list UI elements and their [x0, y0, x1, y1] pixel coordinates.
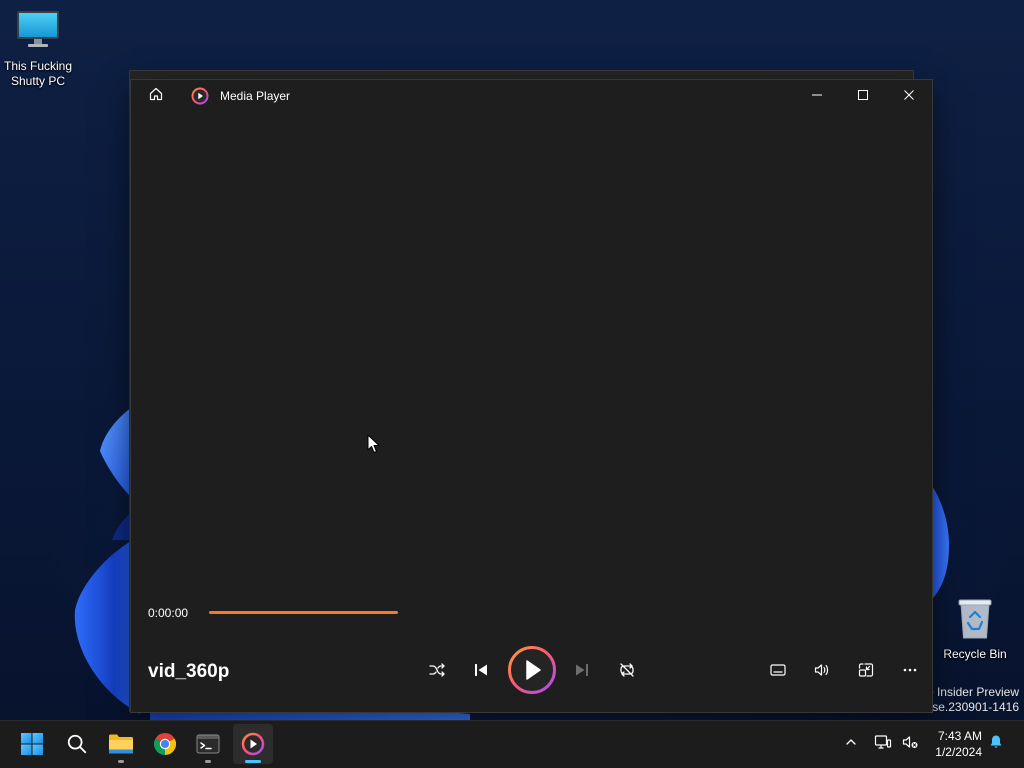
media-player-icon: [241, 732, 265, 756]
next-button[interactable]: [562, 650, 602, 690]
desktop-icon-label: Recycle Bin: [943, 647, 1007, 661]
maximize-icon: [858, 87, 868, 105]
active-indicator: [245, 760, 261, 763]
close-icon: [904, 87, 914, 105]
close-button[interactable]: [886, 80, 932, 112]
desktop-icon-this-pc[interactable]: This Fucking Shutty PC: [0, 10, 76, 89]
repeat-off-icon: [618, 661, 636, 679]
home-button[interactable]: [136, 80, 176, 112]
volume-icon: [813, 661, 831, 679]
taskbar-media-player[interactable]: [233, 724, 273, 764]
watermark-line-1: o Insider Preview: [926, 685, 1019, 699]
seek-loading-indicator: [209, 611, 398, 614]
windows-start-icon: [20, 732, 44, 756]
shuffle-icon: [428, 661, 446, 679]
running-indicator: [118, 760, 124, 763]
taskbar-file-explorer[interactable]: [101, 724, 141, 764]
taskbar: 7:43 AM 1/2/2024: [0, 720, 1024, 768]
taskbar-chrome[interactable]: [145, 724, 185, 764]
seek-bar[interactable]: [209, 600, 915, 624]
home-icon: [148, 86, 164, 107]
previous-icon: [473, 662, 489, 678]
watermark-line-2: ease.230901-1416: [918, 700, 1019, 714]
volume-button[interactable]: [802, 650, 842, 690]
elapsed-time: 0:00:00: [148, 606, 189, 620]
quick-settings-button[interactable]: [869, 728, 923, 760]
media-player-icon: [191, 87, 209, 105]
notification-bell-icon: [988, 734, 1004, 755]
captions-button[interactable]: [758, 650, 798, 690]
notifications-button[interactable]: [984, 732, 1008, 756]
mini-player-icon: [857, 661, 875, 679]
previous-button[interactable]: [461, 650, 501, 690]
clock[interactable]: 7:43 AM 1/2/2024: [925, 728, 982, 760]
terminal-icon: [196, 732, 220, 756]
running-indicator: [205, 760, 211, 763]
file-explorer-icon: [108, 732, 134, 756]
clock-time: 7:43 AM: [937, 729, 982, 743]
captions-icon: [769, 661, 787, 679]
shuffle-button[interactable]: [417, 650, 457, 690]
media-player-window: Media Player 0:00:00 vid_360p: [131, 80, 932, 712]
search-icon: [66, 733, 88, 755]
mini-player-button[interactable]: [846, 650, 886, 690]
repeat-button[interactable]: [607, 650, 647, 690]
next-icon: [574, 662, 590, 678]
chrome-icon: [153, 732, 177, 756]
desktop-icon-label: This Fucking Shutty PC: [3, 59, 73, 88]
play-icon: [507, 645, 557, 695]
chevron-up-icon: [845, 735, 857, 753]
minimize-icon: [812, 87, 822, 105]
play-button[interactable]: [507, 645, 557, 695]
search-button[interactable]: [57, 724, 97, 764]
maximize-button[interactable]: [840, 80, 886, 112]
network-icon: [874, 733, 892, 756]
recycle-bin-icon: [937, 598, 1013, 640]
build-watermark: o Insider Preview ease.230901-1416: [919, 685, 1019, 715]
monitor-icon: [0, 10, 76, 50]
show-hidden-icons-button[interactable]: [839, 732, 863, 756]
desktop-icon-recycle-bin[interactable]: Recycle Bin: [937, 598, 1013, 662]
title-bar[interactable]: Media Player: [131, 80, 932, 112]
media-title: vid_360p: [148, 661, 230, 682]
taskbar-terminal[interactable]: [188, 724, 228, 764]
more-options-button[interactable]: [890, 650, 930, 690]
start-button[interactable]: [12, 724, 52, 764]
mouse-cursor-icon: [367, 434, 381, 455]
more-icon: [902, 662, 918, 678]
clock-date: 1/2/2024: [935, 745, 982, 759]
window-title: Media Player: [220, 89, 291, 103]
video-area[interactable]: [131, 112, 932, 592]
volume-muted-icon: [901, 733, 919, 756]
minimize-button[interactable]: [794, 80, 840, 112]
